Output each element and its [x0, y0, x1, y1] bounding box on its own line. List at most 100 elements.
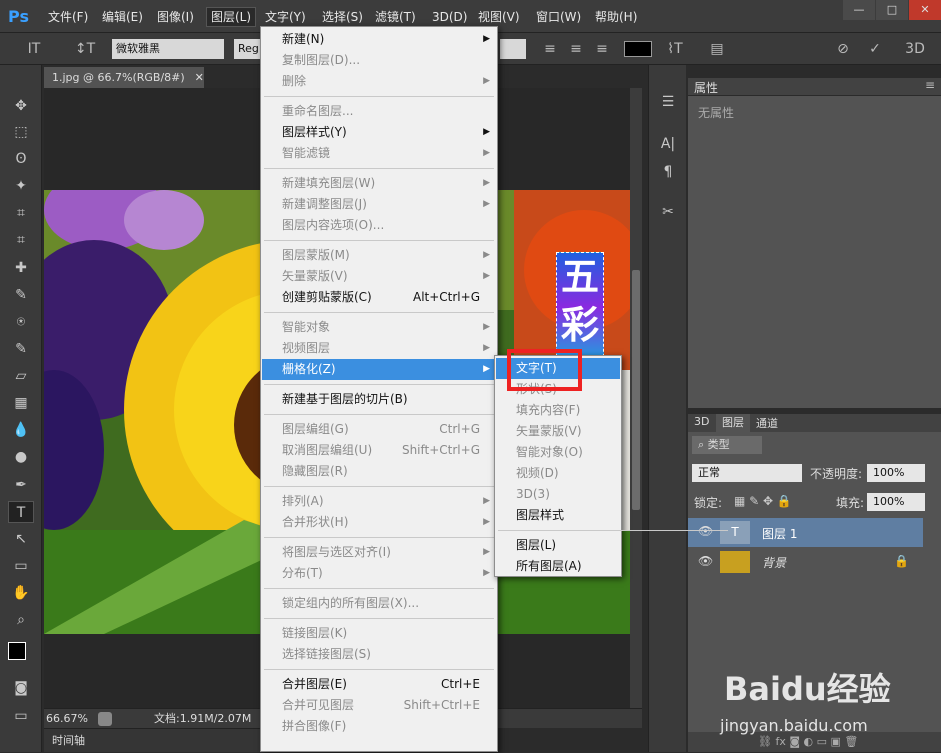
layer-menu-item[interactable]: 创建剪贴蒙版(C) Alt+Ctrl+G: [262, 287, 496, 308]
rasterize-menu-item[interactable]: 图层(L): [496, 535, 620, 556]
close-tab-icon[interactable]: ✕: [195, 71, 204, 84]
menu-4[interactable]: 文字(Y): [261, 8, 310, 26]
layer-menu-item[interactable]: 删除 ▶: [262, 71, 496, 92]
history-icon[interactable]: ☰: [657, 91, 679, 113]
text-color-swatch[interactable]: [624, 41, 652, 57]
fill-input[interactable]: 100%: [867, 493, 925, 511]
menu-3[interactable]: 图层(L): [205, 7, 257, 27]
layer-menu-item[interactable]: 矢量蒙版(V) ▶: [262, 266, 496, 287]
rasterize-menu-item[interactable]: 填充内容(F): [496, 400, 620, 421]
text-orientation-icon[interactable]: ↕T: [74, 40, 96, 58]
layer-menu-item[interactable]: 新建(N) ▶: [262, 29, 496, 50]
crop-tool-icon[interactable]: ⌗: [8, 202, 34, 224]
pen-tool-icon[interactable]: ✒: [8, 474, 34, 496]
gradient-tool-icon[interactable]: ▦: [8, 392, 34, 414]
layer-menu-item[interactable]: 智能滤镜 ▶: [262, 143, 496, 164]
panel-menu-icon[interactable]: ≡: [925, 78, 935, 92]
maximize-button[interactable]: □: [876, 0, 908, 20]
eraser-tool-icon[interactable]: ▱: [8, 365, 34, 387]
tab-channels[interactable]: 通道: [756, 415, 778, 431]
layer-menu-item[interactable]: 图层样式(Y) ▶: [262, 122, 496, 143]
rasterize-menu-item[interactable]: 图层样式: [496, 505, 620, 526]
font-family-select[interactable]: 微软雅黑: [112, 39, 224, 59]
layer-menu-item[interactable]: 图层编组(G) Ctrl+G: [262, 419, 496, 440]
visibility-eye-icon[interactable]: 👁: [698, 554, 713, 568]
layer-menu-item[interactable]: 智能对象 ▶: [262, 317, 496, 338]
foreground-color[interactable]: [8, 642, 26, 660]
layer-menu-item[interactable]: 新建填充图层(W) ▶: [262, 173, 496, 194]
layer-menu-item[interactable]: 合并可见图层 Shift+Ctrl+E: [262, 695, 496, 716]
menu-2[interactable]: 图像(I): [153, 8, 198, 26]
layer-menu-item[interactable]: 拼合图像(F): [262, 716, 496, 737]
layer-menu-item[interactable]: 合并图层(E) Ctrl+E: [262, 674, 496, 695]
type-tool-icon[interactable]: T: [8, 501, 34, 523]
cancel-icon[interactable]: ⊘: [832, 40, 854, 58]
rasterize-menu-item[interactable]: 3D(3): [496, 484, 620, 505]
quick-mask-icon[interactable]: ◙: [8, 677, 34, 699]
blur-tool-icon[interactable]: 💧: [8, 419, 34, 441]
menu-5[interactable]: 选择(S): [318, 8, 367, 26]
menu-0[interactable]: 文件(F): [44, 8, 92, 26]
tab-3d[interactable]: 3D: [694, 415, 709, 428]
layer-menu-item[interactable]: 锁定组内的所有图层(X)...: [262, 593, 496, 614]
magic-wand-tool-icon[interactable]: ✦: [8, 175, 34, 197]
menu-7[interactable]: 3D(D): [428, 8, 471, 26]
lock-icons[interactable]: ▦ ✎ ✥ 🔒: [734, 494, 792, 508]
status-info-icon[interactable]: [98, 712, 112, 726]
font-style-select[interactable]: Reg: [234, 39, 260, 59]
layer-menu-item[interactable]: 链接图层(K): [262, 623, 496, 644]
brush-tool-icon[interactable]: ✎: [8, 284, 34, 306]
layer-menu-item[interactable]: 重命名图层...: [262, 101, 496, 122]
path-select-tool-icon[interactable]: ↖: [8, 528, 34, 550]
character-panel-icon[interactable]: ▤: [706, 40, 728, 58]
move-tool-icon[interactable]: ✥: [8, 95, 34, 117]
healing-tool-icon[interactable]: ✚: [8, 257, 34, 279]
close-button[interactable]: ✕: [909, 0, 941, 20]
menu-8[interactable]: 视图(V): [474, 8, 524, 26]
properties-title[interactable]: 属性: [694, 79, 718, 96]
document-tab[interactable]: 1.jpg @ 66.7%(RGB/8#) ✕: [44, 67, 204, 88]
warp-text-icon[interactable]: ⌇T: [664, 40, 686, 58]
3d-icon[interactable]: 3D: [902, 40, 928, 58]
menu-1[interactable]: 编辑(E): [98, 8, 147, 26]
opacity-input[interactable]: 100%: [867, 464, 925, 482]
shape-tool-icon[interactable]: ▭: [8, 555, 34, 577]
text-layer-box[interactable]: 五 彩: [556, 252, 604, 362]
align-right-icon[interactable]: ≡: [592, 40, 612, 58]
hand-tool-icon[interactable]: ✋: [8, 582, 34, 604]
align-left-icon[interactable]: ≡: [540, 40, 560, 58]
marquee-tool-icon[interactable]: ⬚: [8, 121, 34, 143]
layer-menu-item[interactable]: 视频图层 ▶: [262, 338, 496, 359]
minimize-button[interactable]: —: [843, 0, 875, 20]
screen-mode-icon[interactable]: ▭: [8, 705, 34, 727]
rasterize-menu-item[interactable]: 视频(D): [496, 463, 620, 484]
history-brush-tool-icon[interactable]: ✎: [8, 338, 34, 360]
menu-6[interactable]: 滤镜(T): [371, 8, 420, 26]
paragraph-icon[interactable]: ¶: [657, 161, 679, 183]
rasterize-menu-item[interactable]: 智能对象(O): [496, 442, 620, 463]
rasterize-menu-item[interactable]: 矢量蒙版(V): [496, 421, 620, 442]
lasso-tool-icon[interactable]: ʘ: [8, 148, 34, 170]
zoom-tool-icon[interactable]: ⌕: [8, 609, 34, 631]
tab-layers[interactable]: 图层: [716, 414, 750, 432]
layer-menu-item[interactable]: 选择链接图层(S): [262, 644, 496, 665]
stamp-tool-icon[interactable]: ⍟: [8, 311, 34, 333]
layer-menu-item[interactable]: 复制图层(D)...: [262, 50, 496, 71]
menu-9[interactable]: 窗口(W): [532, 8, 585, 26]
align-center-icon[interactable]: ≡: [566, 40, 586, 58]
blend-mode-select[interactable]: 正常: [692, 464, 802, 482]
visibility-eye-icon[interactable]: 👁: [698, 524, 713, 538]
character-icon[interactable]: A|: [657, 133, 679, 155]
rasterize-menu-item[interactable]: 所有图层(A): [496, 556, 620, 577]
layer-menu-item[interactable]: 分布(T) ▶: [262, 563, 496, 584]
layer-filter-select[interactable]: ⌕ 类型: [692, 436, 762, 454]
layer-menu-item[interactable]: 排列(A) ▶: [262, 491, 496, 512]
antialias-select[interactable]: [500, 39, 526, 59]
timeline-tab[interactable]: 时间轴: [44, 728, 260, 752]
layer-menu-item[interactable]: 隐藏图层(R): [262, 461, 496, 482]
layer-menu-item[interactable]: 图层内容选项(O)...: [262, 215, 496, 236]
dodge-tool-icon[interactable]: ●: [8, 446, 34, 468]
layer-row-2[interactable]: 👁 背景 🔒: [688, 548, 923, 576]
eyedropper-tool-icon[interactable]: ⌗: [8, 229, 34, 251]
layer-row-1[interactable]: 👁 T 图层 1: [688, 518, 923, 547]
